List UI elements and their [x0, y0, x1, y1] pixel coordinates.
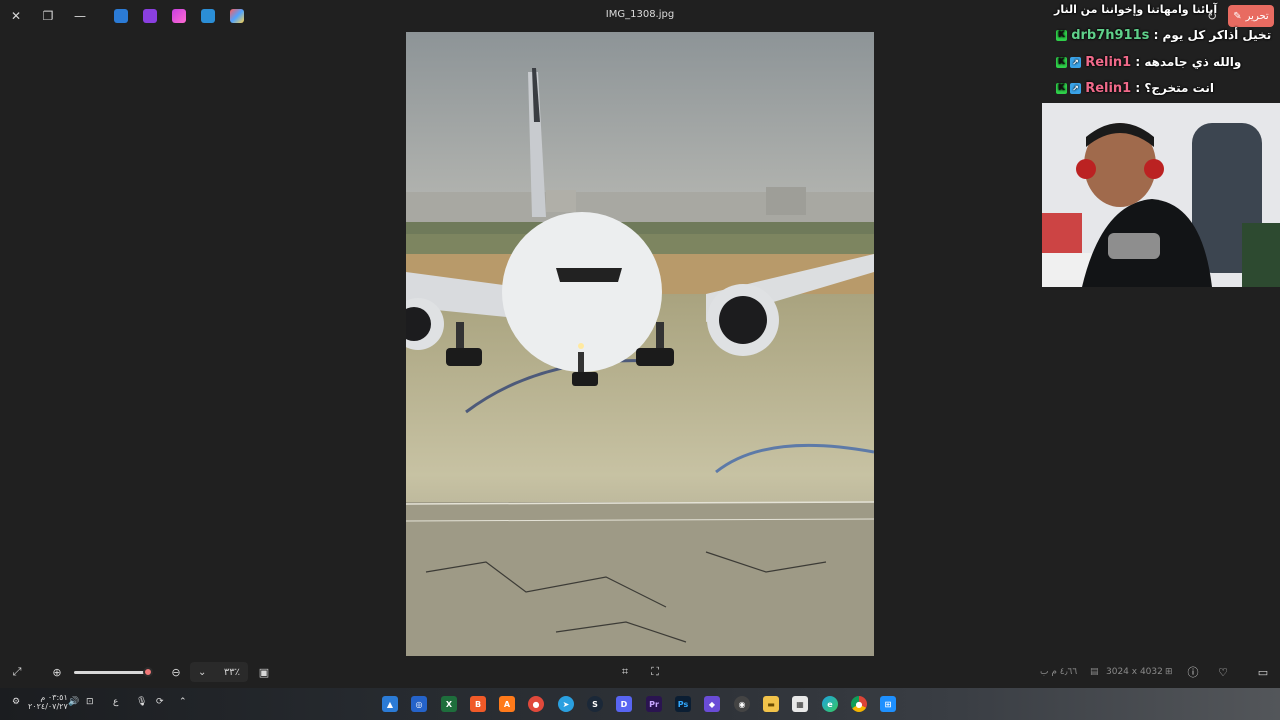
- obs-taskbar-icon[interactable]: ◉: [734, 696, 750, 712]
- zoom-slider-thumb[interactable]: [143, 667, 154, 677]
- file-size: ٤٫٦٦ م ب: [1040, 667, 1078, 677]
- excel-taskbar-icon[interactable]: X: [441, 696, 457, 712]
- fullscreen-icon[interactable]: ⤢: [10, 665, 24, 679]
- record-app-taskbar-icon[interactable]: ●: [528, 696, 544, 712]
- photo-viewport: [406, 32, 874, 656]
- edit-button[interactable]: ✎ تحرير: [1228, 5, 1274, 27]
- kick-badge-icon: K: [1056, 57, 1067, 68]
- kick-badge-icon: K: [1056, 30, 1067, 41]
- show-hidden-icons-chevron-up-icon[interactable]: ⌃: [179, 697, 187, 707]
- input-language[interactable]: ع: [113, 697, 118, 707]
- file-explorer-taskbar-icon[interactable]: ▬: [763, 696, 779, 712]
- favorite-heart-icon[interactable]: ♡: [1216, 665, 1230, 679]
- chat-username: drb7h911s: [1071, 28, 1150, 43]
- discord-taskbar-icon[interactable]: D: [616, 696, 632, 712]
- info-icon[interactable]: ⓘ: [1186, 665, 1200, 679]
- restore-icon[interactable]: ❐: [40, 8, 56, 24]
- steam-taskbar-icon[interactable]: S: [587, 696, 603, 712]
- close-icon[interactable]: ✕: [8, 8, 24, 24]
- store-taskbar-icon[interactable]: ▦: [792, 696, 808, 712]
- paint-icon[interactable]: [201, 9, 215, 23]
- zoom-level-dropdown[interactable]: ⌄ ٣٣٪: [190, 662, 248, 682]
- photos-app-taskbar-icon[interactable]: ▲: [382, 696, 398, 712]
- chat-username: Relin1: [1085, 55, 1132, 70]
- chat-message: K ↗ Relin1 والله ذي جامدهه :: [1056, 55, 1241, 77]
- microphone-icon[interactable]: 🎙: [136, 697, 147, 707]
- chat-header-line: آبائنا وامهاتنا وإخواننا من النار: [1054, 3, 1218, 16]
- zoom-level-value: ٣٣٪: [223, 666, 240, 678]
- windows-taskbar: ⚙ ٠٣:٥١ م ٢٠٢٤/٠٧/٢٧ 🔊 ⊡ ع 🎙 ⟳ ⌃ ▲ ◎ X B…: [0, 688, 1280, 720]
- fit-to-window-icon[interactable]: ▣: [257, 665, 271, 679]
- photos-app-window: ✕ ❐ — IMG_1308.jpg ✎ تحرير آبائنا وامهات…: [0, 0, 1280, 688]
- sync-icon[interactable]: ⟳: [156, 697, 164, 707]
- focus-frame-icon[interactable]: ⛶: [648, 665, 662, 679]
- chat-text: انت متخرج؟ :: [1135, 81, 1214, 95]
- image-dimensions: 3024 x 4032: [1106, 667, 1163, 677]
- windows-start-icon[interactable]: ⊞: [880, 696, 896, 712]
- sub-badge-icon: ↗: [1070, 83, 1081, 94]
- copilot-icon[interactable]: [230, 9, 244, 23]
- webcam-overlay: [1042, 103, 1280, 287]
- clock-date: ٢٠٢٤/٠٧/٢٧: [28, 702, 68, 711]
- chevron-down-icon: ⌄: [198, 666, 207, 678]
- network-icon[interactable]: ⊡: [86, 697, 94, 707]
- zoom-out-icon[interactable]: ⊖: [169, 665, 183, 679]
- telegram-taskbar-icon[interactable]: ➤: [558, 696, 574, 712]
- chat-username: Relin1: [1085, 81, 1132, 96]
- chat-message: K drb7h911s تخيل أذاكر كل يوم :: [1056, 28, 1271, 50]
- crop-icon[interactable]: ⌗: [618, 665, 632, 679]
- rotate-icon[interactable]: ↻: [1204, 8, 1220, 24]
- designer-icon[interactable]: [172, 9, 186, 23]
- brave-taskbar-icon[interactable]: B: [470, 696, 486, 712]
- sub-badge-icon: ↗: [1070, 57, 1081, 68]
- storage-icon: ▤: [1090, 667, 1099, 677]
- chat-message: K ↗ Relin1 انت متخرج؟ :: [1056, 81, 1214, 103]
- clipchamp-icon[interactable]: [143, 9, 157, 23]
- settings-tray-icon[interactable]: ⚙: [12, 697, 20, 707]
- chat-text: والله ذي جامدهه :: [1135, 55, 1242, 69]
- premiere-taskbar-icon[interactable]: Pr: [646, 696, 662, 712]
- minimize-icon[interactable]: —: [72, 8, 88, 24]
- kick-badge-icon: K: [1056, 83, 1067, 94]
- resolution-icon: ⊞: [1165, 667, 1173, 677]
- zoom-slider-track[interactable]: [74, 671, 152, 674]
- edit-icon: ✎: [1233, 10, 1242, 22]
- clock[interactable]: ٠٣:٥١ م ٢٠٢٤/٠٧/٢٧: [28, 693, 68, 711]
- window-title: IMG_1308.jpg: [605, 9, 675, 20]
- volume-icon[interactable]: 🔊: [68, 697, 79, 707]
- game-app-taskbar-icon[interactable]: ◆: [704, 696, 720, 712]
- filmstrip-icon[interactable]: ▭: [1256, 665, 1270, 679]
- airplane-photo: [406, 32, 874, 656]
- browser-app-taskbar-icon[interactable]: ◎: [411, 696, 427, 712]
- edge-taskbar-icon[interactable]: e: [822, 696, 838, 712]
- clock-time: ٠٣:٥١ م: [40, 693, 68, 702]
- illustrator-taskbar-icon[interactable]: A: [499, 696, 515, 712]
- chat-text: تخيل أذاكر كل يوم :: [1153, 28, 1272, 42]
- zoom-in-icon[interactable]: ⊕: [50, 665, 64, 679]
- bottom-toolbar: ⤢ ⊕ ⊖ ⌄ ٣٣٪ ▣ ⌗ ⛶ ٤٫٦٦ م ب ▤ 3024 x 4032…: [0, 656, 1280, 688]
- streamer-webcam: [1042, 103, 1280, 287]
- onedrive-icon[interactable]: [114, 9, 128, 23]
- chrome-taskbar-icon[interactable]: ●: [851, 696, 867, 712]
- photoshop-taskbar-icon[interactable]: Ps: [675, 696, 691, 712]
